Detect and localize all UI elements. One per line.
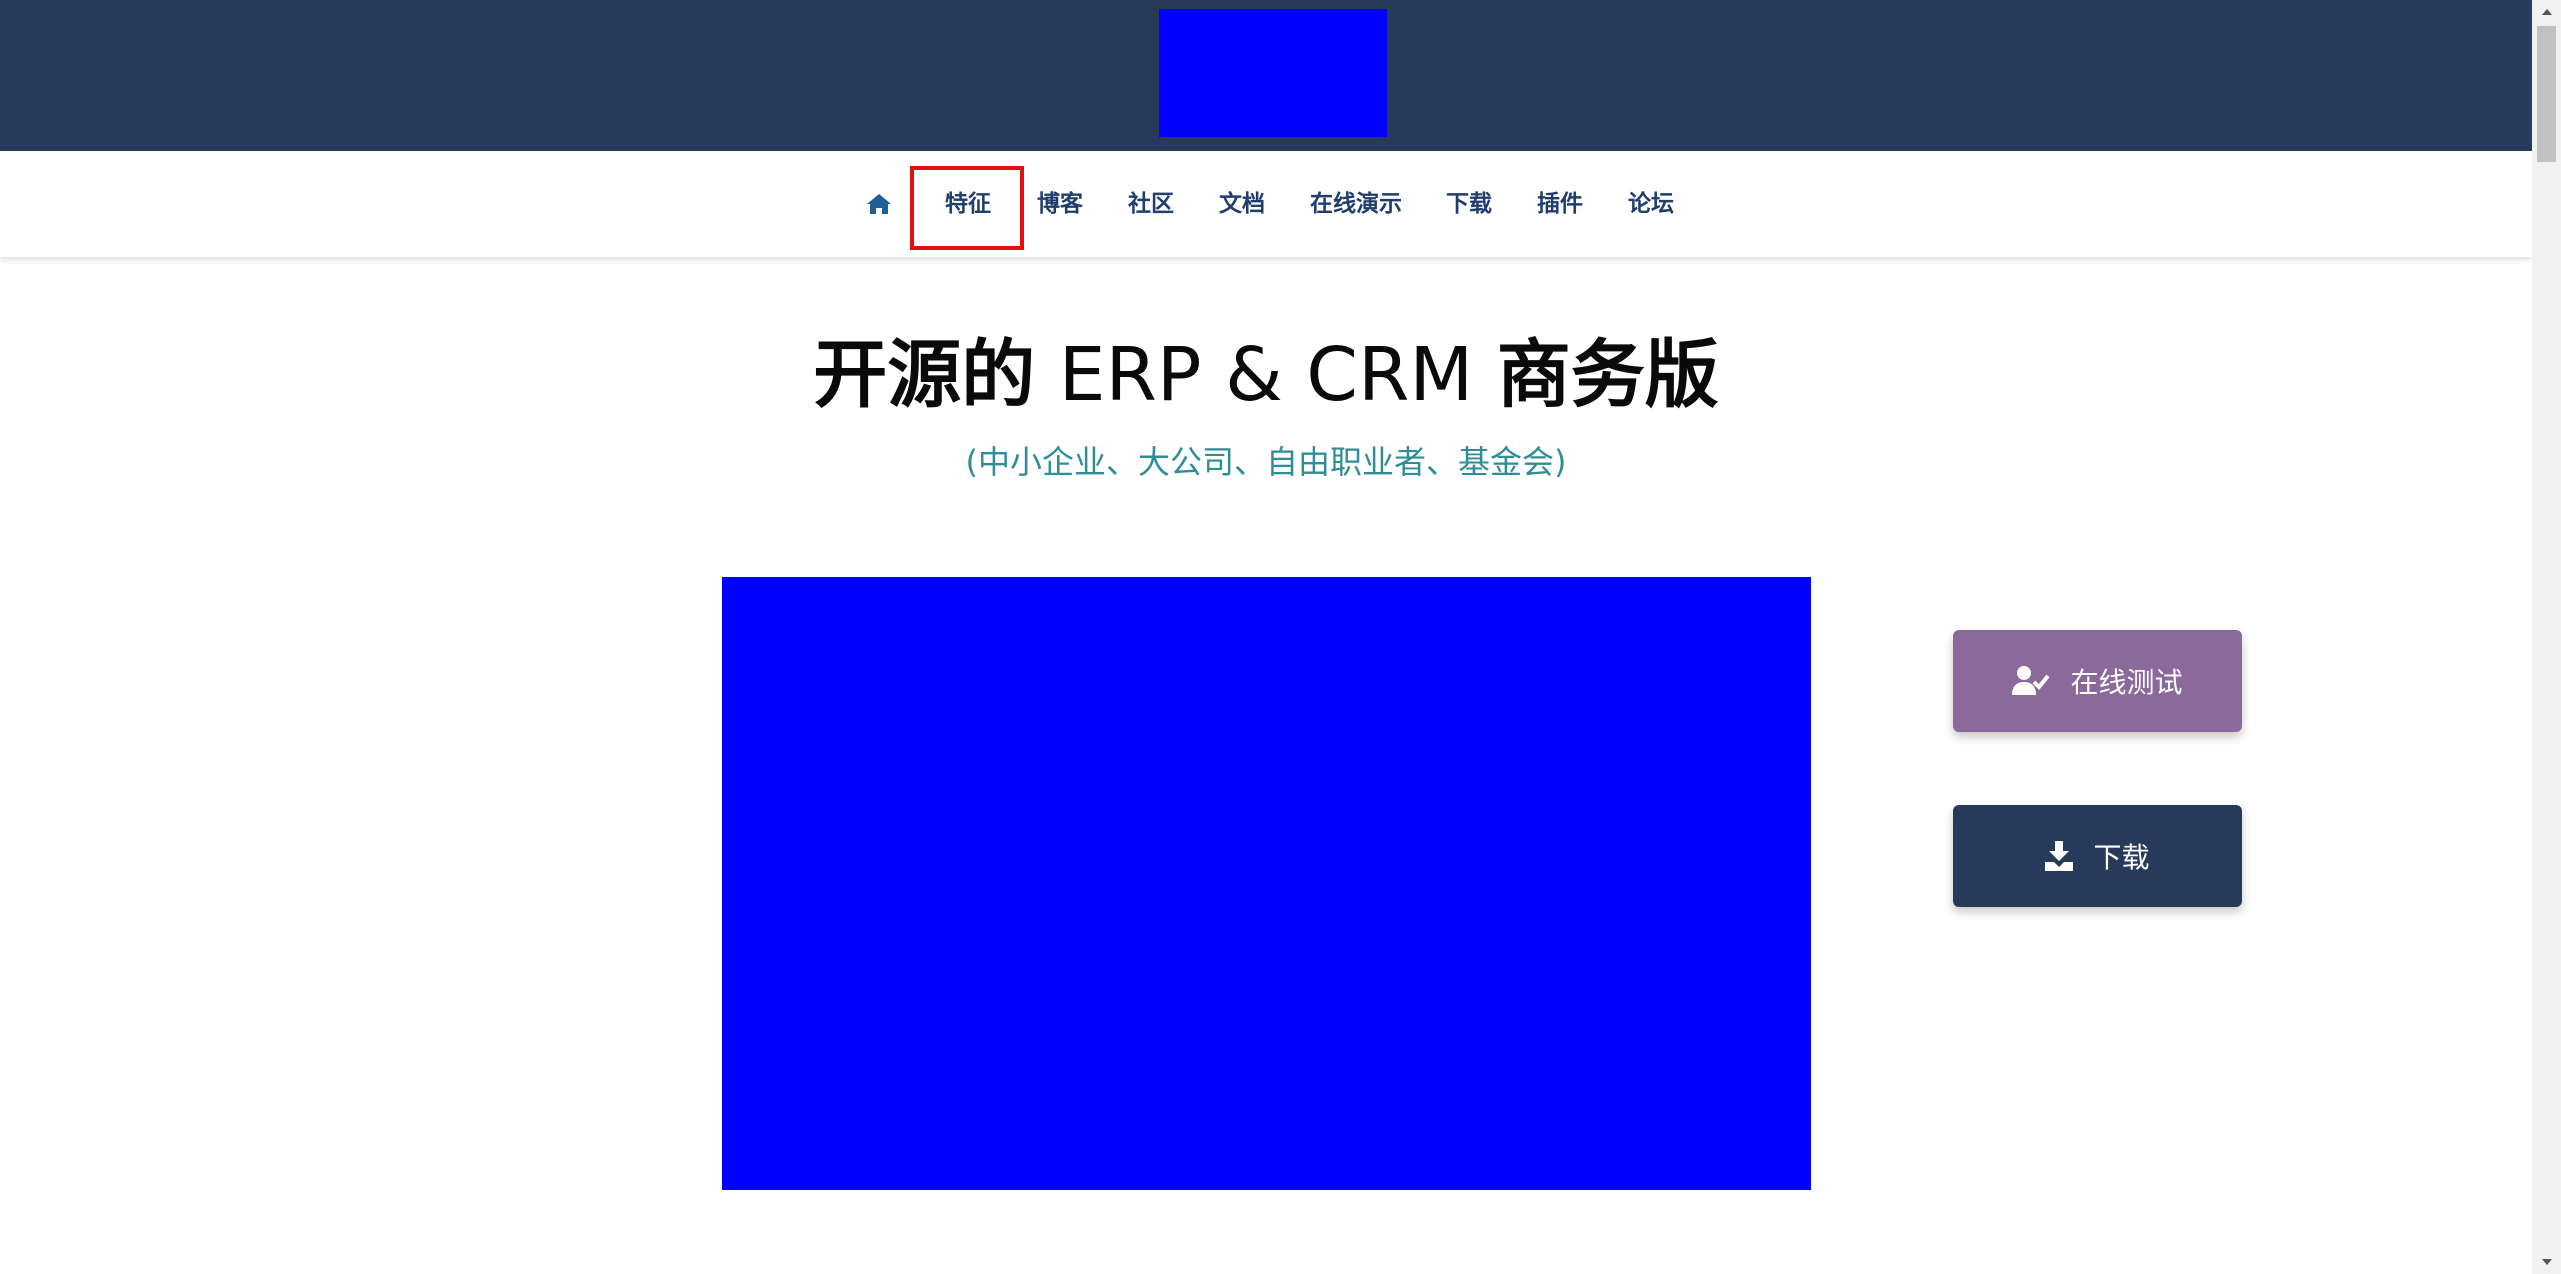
nav-item-online-demo[interactable]: 在线演示 — [1310, 189, 1402, 219]
hero-subtitle: (中小企业、大公司、自由职业者、基金会) — [965, 443, 1567, 481]
download-label: 下载 — [2093, 841, 2150, 874]
page: 特征 博客 社区 文档 在线演示 下载 插件 论坛 开源的 ERP & CRM … — [0, 0, 2561, 1274]
download-icon — [2045, 841, 2074, 871]
online-test-label: 在线测试 — [2070, 666, 2183, 699]
nav-item-plugins[interactable]: 插件 — [1537, 189, 1583, 219]
vertical-scrollbar[interactable] — [2532, 0, 2561, 1274]
nav-item-forum[interactable]: 论坛 — [1628, 189, 1674, 219]
nav-item-blog[interactable]: 博客 — [1037, 189, 1083, 219]
hero-title-bold-2: 商务版 — [1496, 332, 1719, 418]
hero-title-bold-1: 开源的 — [813, 332, 1036, 418]
hero-title: 开源的 ERP & CRM 商务版 — [0, 330, 2532, 420]
download-button[interactable]: 下载 — [1953, 805, 2242, 907]
top-header — [0, 0, 2532, 151]
hero-media — [722, 577, 1811, 1190]
online-test-button[interactable]: 在线测试 — [1953, 630, 2242, 732]
nav-item-docs[interactable]: 文档 — [1219, 189, 1265, 219]
home-icon — [867, 194, 891, 214]
hero-title-light: ERP & CRM — [1035, 332, 1497, 418]
nav-item-download[interactable]: 下载 — [1446, 189, 1492, 219]
user-check-icon — [2012, 665, 2051, 697]
nav-item-community[interactable]: 社区 — [1128, 189, 1174, 219]
scrollbar-thumb[interactable] — [2537, 26, 2556, 162]
scroll-down-arrow-icon[interactable] — [2532, 1250, 2561, 1274]
scroll-up-arrow-icon[interactable] — [2532, 0, 2561, 24]
active-nav-highlight — [910, 166, 1024, 250]
nav-home-link[interactable] — [864, 189, 894, 219]
site-logo[interactable] — [1159, 9, 1387, 137]
main-nav: 特征 博客 社区 文档 在线演示 下载 插件 论坛 — [0, 151, 2532, 257]
